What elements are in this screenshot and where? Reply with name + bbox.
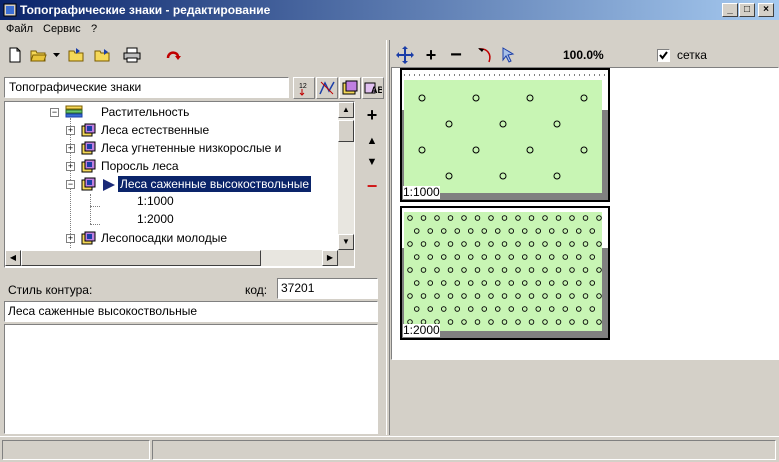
tree-child-label: 1:1000 — [137, 194, 174, 208]
contour-style-label: Стиль контура: — [8, 283, 93, 297]
tree-item-label: Леса саженные высокоствольные — [118, 176, 312, 192]
tree-item-selected[interactable]: − Леса саженные высокоствольные — [61, 176, 351, 194]
tree-child-label: 1:2000 — [137, 212, 174, 226]
window-title: Топографические знаки - редактирование — [20, 3, 271, 17]
scroll-up-icon[interactable]: ▲ — [338, 102, 354, 118]
svg-text:AB: AB — [371, 85, 382, 95]
left-panel: Топографические знаки 12 AB − Растительн… — [0, 40, 385, 435]
scroll-corner — [338, 250, 354, 266]
menu-file[interactable]: Файл — [6, 23, 33, 35]
text-style-icon[interactable]: AB — [362, 77, 384, 99]
name-value: Леса саженные высокоствольные — [8, 304, 198, 318]
tree-item-label: Леса естественные — [101, 123, 210, 137]
tree-item-label: Поросль леса — [101, 159, 179, 173]
zoom-out-icon[interactable]: − — [445, 44, 467, 66]
scroll-right-icon[interactable]: ▶ — [322, 250, 338, 266]
splitter[interactable] — [386, 40, 390, 435]
collapse-icon[interactable]: − — [66, 180, 75, 189]
tree-item[interactable]: + Леса естественные — [61, 122, 351, 140]
open-folder-icon[interactable] — [28, 44, 50, 66]
move-down-button[interactable]: ▼ — [362, 154, 382, 170]
search-field[interactable]: Топографические знаки — [4, 77, 289, 98]
sort-icon[interactable]: 12 — [293, 77, 315, 99]
move-up-button[interactable]: ▲ — [362, 133, 382, 149]
expand-icon[interactable]: + — [66, 126, 75, 135]
tree-item[interactable]: + Леса угнетенные низкорослые и — [61, 140, 351, 158]
grid-label: сетка — [677, 48, 707, 62]
print-icon[interactable] — [121, 44, 143, 66]
expand-icon[interactable]: + — [66, 234, 75, 243]
tree-item[interactable]: + Лесопосадки молодые — [61, 230, 351, 248]
open-dropdown-icon[interactable] — [50, 44, 64, 66]
line-style-icon[interactable] — [316, 77, 338, 99]
vegetation-folder-icon — [65, 105, 83, 118]
zoom-level: 100.0% — [563, 48, 604, 62]
menu-help[interactable]: ? — [91, 23, 97, 35]
undo-icon[interactable] — [162, 44, 184, 66]
hscroll-thumb[interactable] — [21, 250, 261, 266]
scale-label: 1:2000 — [403, 323, 440, 337]
app-icon — [3, 3, 17, 17]
name-field[interactable]: Леса саженные высокоствольные — [4, 301, 378, 322]
maximize-button[interactable]: □ — [739, 3, 755, 17]
search-value: Топографические знаки — [9, 80, 142, 94]
scroll-thumb[interactable] — [338, 120, 354, 142]
area-style-icon[interactable] — [339, 77, 361, 99]
add-button[interactable]: + — [362, 106, 382, 124]
tree-node-parent[interactable]: − Растительность — [41, 104, 351, 122]
minimize-button[interactable]: _ — [722, 3, 738, 17]
preview-1000: 1:1000 — [400, 68, 610, 202]
status-pane-2 — [152, 440, 776, 460]
expand-icon[interactable]: + — [66, 162, 75, 171]
draw-curve-icon[interactable] — [475, 44, 497, 66]
area-sign-icon — [81, 141, 96, 155]
tree-child-item[interactable]: 1:1000 — [137, 194, 237, 212]
area-sign-icon — [81, 231, 96, 245]
code-field[interactable]: 37201 — [277, 278, 378, 299]
code-value: 37201 — [281, 281, 315, 295]
pan-icon[interactable] — [394, 44, 416, 66]
expand-icon[interactable]: + — [66, 144, 75, 153]
area-sign-icon — [81, 123, 96, 137]
tree-item[interactable]: + Поросль леса — [61, 158, 351, 176]
remove-button[interactable]: − — [362, 177, 382, 195]
status-pane-1 — [2, 440, 150, 460]
scroll-down-icon[interactable]: ▼ — [338, 234, 354, 250]
check-icon — [659, 51, 668, 60]
svg-text:12: 12 — [299, 83, 307, 90]
area-sign-icon — [81, 159, 96, 173]
preview-2000: 1:2000 — [400, 206, 610, 340]
pattern-1000 — [402, 70, 608, 200]
menu-bar: Файл Сервис ? — [0, 20, 779, 40]
save-folder-icon[interactable] — [92, 44, 114, 66]
tree-vscrollbar[interactable]: ▲ ▼ — [338, 102, 354, 250]
current-item-arrow-icon — [103, 179, 115, 191]
scroll-left-icon[interactable]: ◀ — [5, 250, 21, 266]
open-folder-2-icon[interactable] — [66, 44, 88, 66]
collapse-icon[interactable]: − — [50, 108, 59, 117]
area-sign-icon — [81, 177, 96, 191]
new-file-icon[interactable] — [4, 44, 26, 66]
description-area[interactable] — [4, 324, 378, 434]
menu-service[interactable]: Сервис — [43, 23, 81, 35]
zoom-in-icon[interactable]: + — [420, 44, 442, 66]
select-pointer-icon[interactable] — [498, 44, 520, 66]
right-panel: + − 100.0% сетка 1:1000 1:2000 — [391, 40, 779, 435]
grid-checkbox[interactable] — [657, 49, 670, 62]
scale-label: 1:1000 — [403, 185, 440, 199]
tree-view[interactable]: − Растительность + Леса естественные + Л… — [4, 101, 355, 268]
tree-parent-label: Растительность — [101, 105, 190, 119]
pattern-2000 — [402, 208, 608, 338]
code-label: код: — [245, 283, 268, 297]
tree-item-label: Леса угнетенные низкорослые и — [101, 141, 282, 155]
title-bar: Топографические знаки - редактирование _… — [0, 0, 779, 20]
preview-canvas[interactable]: 1:1000 1:2000 — [391, 67, 779, 360]
tree-child-item[interactable]: 1:2000 — [137, 212, 237, 230]
tree-hscrollbar[interactable]: ◀ ▶ — [5, 250, 338, 266]
close-button[interactable]: × — [758, 3, 774, 17]
tree-item-label: Лесопосадки молодые — [101, 231, 227, 245]
status-bar — [0, 436, 779, 462]
